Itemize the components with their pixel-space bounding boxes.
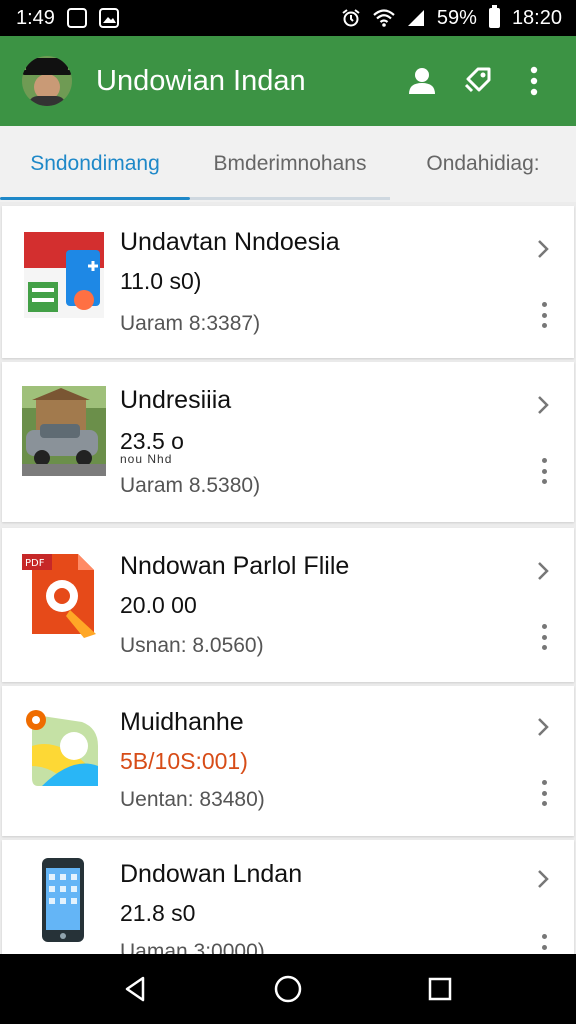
tab-divider — [190, 197, 390, 200]
tab-indicator — [0, 197, 190, 200]
phone-icon — [42, 858, 84, 942]
item-value: 21.8 s0 — [120, 900, 196, 926]
tab-bar: Sndondimang Bmderimnohans Ondahidiag: — [0, 126, 576, 202]
item-more-button[interactable] — [536, 934, 552, 954]
item-note: nou Nhd — [120, 452, 173, 466]
item-value: 23.5 o — [120, 428, 184, 454]
house-car-photo — [22, 386, 106, 476]
item-subtitle: Uentan: 83480) — [120, 788, 265, 811]
notification-app-icon — [66, 8, 87, 28]
tab-sndondimang[interactable]: Sndondimang — [0, 126, 190, 202]
app-title: Undowian Indan — [96, 64, 306, 97]
item-more-button[interactable] — [536, 302, 552, 328]
recents-button[interactable] — [410, 959, 470, 1019]
recents-square-icon — [428, 977, 452, 1001]
item-value: 11.0 s0) — [120, 268, 202, 294]
home-button[interactable] — [258, 959, 318, 1019]
item-subtitle: Uaram 8.5380) — [120, 474, 261, 497]
more-vert-icon — [530, 66, 538, 96]
svg-text:PDF: PDF — [25, 558, 45, 569]
item-more-button[interactable] — [536, 624, 552, 650]
item-title: Undresiiia — [120, 386, 232, 414]
home-circle-icon — [274, 975, 302, 1003]
tag-button[interactable] — [450, 53, 506, 109]
item-subtitle: Uaman 3:0000) — [120, 940, 265, 954]
app-bar: Undowian Indan — [0, 36, 576, 126]
alarm-icon — [341, 8, 361, 28]
maps-icon — [26, 710, 98, 786]
back-button[interactable] — [106, 959, 166, 1019]
list-item[interactable]: PDF Nndowan Parlol Flile 20.0 00 Usnan: … — [2, 528, 574, 682]
item-title: Dndowan Lndan — [120, 860, 303, 888]
tab-ondahidiag[interactable]: Ondahidiag: — [390, 126, 576, 202]
indonesia-docs-icon — [24, 232, 104, 318]
back-triangle-icon — [125, 976, 145, 1002]
status-bar: 1:49 59% 18:20 — [0, 0, 576, 36]
item-title: Nndowan Parlol Flile — [120, 552, 350, 580]
battery-percent: 59% — [436, 6, 477, 29]
item-more-button[interactable] — [536, 458, 552, 484]
item-value: 20.0 00 — [120, 592, 197, 618]
item-list[interactable]: Undavtan Nndoesia 11.0 s0) Uaram 8:3387)… — [0, 202, 576, 954]
battery-icon — [488, 5, 500, 28]
list-item[interactable]: Dndowan Lndan 21.8 s0 Uaman 3:0000) — [2, 840, 574, 954]
list-item[interactable]: Muidhanhe 5B/10S:001) Uentan: 83480) — [2, 686, 574, 836]
wifi-icon — [373, 9, 395, 27]
item-subtitle: Uaram 8:3387) — [120, 312, 261, 335]
status-time-left: 1:49 — [16, 6, 55, 29]
list-item[interactable]: Undavtan Nndoesia 11.0 s0) Uaram 8:3387) — [2, 206, 574, 358]
chevron-right-icon[interactable] — [530, 558, 556, 584]
overflow-menu-button[interactable] — [506, 53, 562, 109]
tab-bmderimnohans[interactable]: Bmderimnohans — [190, 126, 390, 202]
item-more-button[interactable] — [536, 780, 552, 806]
status-clock: 18:20 — [511, 6, 562, 29]
item-subtitle: Usnan: 8.0560) — [120, 634, 264, 657]
list-item[interactable]: Undresiiia 23.5 o nou Nhd Uaram 8.5380) — [2, 362, 574, 522]
chevron-right-icon[interactable] — [530, 236, 556, 262]
item-title: Muidhanhe — [120, 708, 244, 736]
tag-icon — [464, 67, 491, 93]
chevron-right-icon[interactable] — [530, 392, 556, 418]
person-icon — [409, 68, 435, 94]
profile-button[interactable] — [394, 53, 450, 109]
chevron-right-icon[interactable] — [530, 714, 556, 740]
item-title: Undavtan Nndoesia — [120, 228, 340, 256]
pdf-file-icon: PDF — [22, 554, 96, 638]
signal-icon — [407, 9, 425, 27]
notification-image-icon — [98, 8, 119, 28]
avatar[interactable] — [22, 56, 72, 106]
system-nav-bar — [0, 954, 576, 1024]
item-value: 5B/10S:001) — [120, 748, 248, 774]
chevron-right-icon[interactable] — [530, 866, 556, 892]
